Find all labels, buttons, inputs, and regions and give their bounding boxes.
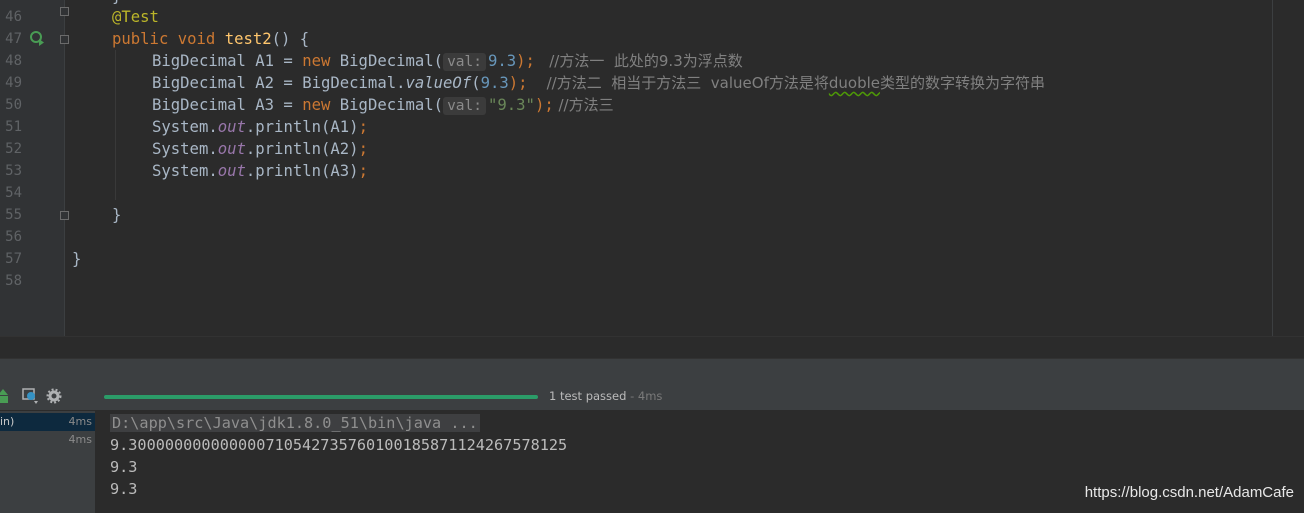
console-output-line: 9.30000000000000071054273576010018587112… xyxy=(110,436,568,454)
code-token: ; xyxy=(358,162,368,180)
comment-token: //方法二 相当于方法三 valueOf方法是将 xyxy=(527,74,829,92)
code-line-50: BigDecimal A3 = new BigDecimal(val: "9.3"… xyxy=(152,94,614,116)
code-line-51: System.out.println(A1); xyxy=(152,116,368,138)
comment-token: //方法三 xyxy=(553,96,614,114)
code-line-46: @Test xyxy=(112,6,159,28)
code-token: BigDecimal A3 = xyxy=(152,96,303,114)
line-number: 49 xyxy=(5,75,22,91)
code-token: ); xyxy=(508,74,528,92)
line-number: 52 xyxy=(5,141,22,157)
code-token: System. xyxy=(152,118,218,136)
code-line-57: } xyxy=(72,248,81,270)
keyword-token: new xyxy=(302,52,331,70)
line-number: 48 xyxy=(5,53,22,69)
line-number: 56 xyxy=(5,229,22,245)
code-token: .println(A3) xyxy=(245,162,359,180)
keyword-token: public xyxy=(112,30,169,48)
console-command[interactable]: D:\app\src\Java\jdk1.8.0_51\bin\java ... xyxy=(110,414,480,432)
line-number: 47 xyxy=(5,31,22,47)
settings-icon[interactable] xyxy=(46,388,62,404)
line-number: 53 xyxy=(5,163,22,179)
fold-marker-icon[interactable] xyxy=(60,35,69,44)
export-icon[interactable] xyxy=(22,388,38,404)
method-name-token: test2 xyxy=(224,30,272,48)
code-token: () { xyxy=(271,30,310,48)
fold-marker-icon[interactable] xyxy=(60,7,69,16)
line-number: 46 xyxy=(5,9,22,25)
line-number: 50 xyxy=(5,97,22,113)
number-token: 9.3 xyxy=(487,52,517,70)
tree-item-time: 4ms xyxy=(68,415,92,428)
line-number: 58 xyxy=(5,273,22,289)
code-line-52: System.out.println(A2); xyxy=(152,138,368,160)
string-token: "9.3" xyxy=(487,96,535,114)
rerun-icon[interactable] xyxy=(0,388,12,404)
number-token: 9.3 xyxy=(480,74,509,92)
test-status: 1 test passed - 4ms xyxy=(549,388,662,404)
tree-item[interactable]: 4ms xyxy=(0,431,95,449)
code-token: BigDecimal( xyxy=(330,52,444,70)
editor-gutter[interactable]: 46 47 48 49 50 51 52 53 54 55 56 57 58 xyxy=(0,0,69,336)
annotation-token: @Test xyxy=(112,8,159,26)
tree-item-label: in) xyxy=(0,415,15,428)
code-line-49: BigDecimal A2 = BigDecimal.valueOf(9.3);… xyxy=(152,72,1045,94)
run-test-gutter-icon[interactable] xyxy=(29,30,45,46)
code-token: } xyxy=(112,206,122,224)
code-token: BigDecimal A2 = BigDecimal. xyxy=(152,74,406,92)
console-command-line: D:\app\src\Java\jdk1.8.0_51\bin\java ... xyxy=(110,412,480,434)
keyword-token: new xyxy=(302,96,331,114)
code-line-53: System.out.println(A3); xyxy=(152,160,368,182)
code-token: BigDecimal A1 = xyxy=(152,52,303,70)
static-field-token: out xyxy=(217,140,246,158)
code-token: BigDecimal( xyxy=(330,96,444,114)
test-progress-bar xyxy=(104,395,538,399)
static-field-token: out xyxy=(217,162,246,180)
code-token: ); xyxy=(534,96,554,114)
panel-splitter[interactable] xyxy=(0,336,1304,359)
tree-item-time: 4ms xyxy=(68,433,92,446)
parameter-hint: val: xyxy=(443,97,486,115)
line-number: 57 xyxy=(5,251,22,267)
code-line-48: BigDecimal A1 = new BigDecimal(val: 9.3);… xyxy=(152,50,743,72)
right-margin-guide xyxy=(1272,0,1273,336)
fold-marker-icon[interactable] xyxy=(60,211,69,220)
comment-token: //方法一 此处的9.3为浮点数 xyxy=(534,52,743,70)
line-number: 55 xyxy=(5,207,22,223)
code-token: ; xyxy=(358,140,368,158)
method-call-token: valueOf xyxy=(405,74,472,92)
comment-token: 类型的数字转换为字符串 xyxy=(879,74,1045,92)
line-number: 54 xyxy=(5,185,22,201)
code-line-55: } xyxy=(112,204,121,226)
typo-highlight: duoble xyxy=(828,74,880,92)
test-status-time: - 4ms xyxy=(626,389,663,403)
code-token: } xyxy=(72,250,82,268)
console-output-line: 9.3 xyxy=(110,458,138,476)
tool-window-header xyxy=(0,358,1304,383)
run-toolbar: 1 test passed - 4ms xyxy=(0,382,1304,411)
keyword-token: void xyxy=(177,30,216,48)
parameter-hint: val: xyxy=(443,53,486,71)
test-progress-fill xyxy=(104,395,538,399)
tree-item[interactable]: in) 4ms xyxy=(0,413,95,431)
code-token: System. xyxy=(152,140,218,158)
code-token: ; xyxy=(358,118,368,136)
code-token: .println(A2) xyxy=(245,140,359,158)
static-field-token: out xyxy=(217,118,246,136)
watermark: https://blog.csdn.net/AdamCafe xyxy=(1084,484,1294,501)
test-results-tree[interactable]: in) 4ms 4ms xyxy=(0,411,96,513)
code-token: ( xyxy=(471,74,481,92)
console-output-line: 9.3 xyxy=(110,480,138,498)
indent-guide xyxy=(115,50,116,200)
code-token: ); xyxy=(516,52,535,70)
code-editor[interactable]: 46 47 48 49 50 51 52 53 54 55 56 57 58 }… xyxy=(0,0,1304,336)
line-number: 51 xyxy=(5,119,22,135)
code-token: System. xyxy=(152,162,218,180)
test-status-label: 1 test passed xyxy=(549,389,627,403)
code-line-47: public void test2() { xyxy=(112,28,309,50)
code-token: .println(A1) xyxy=(245,118,359,136)
